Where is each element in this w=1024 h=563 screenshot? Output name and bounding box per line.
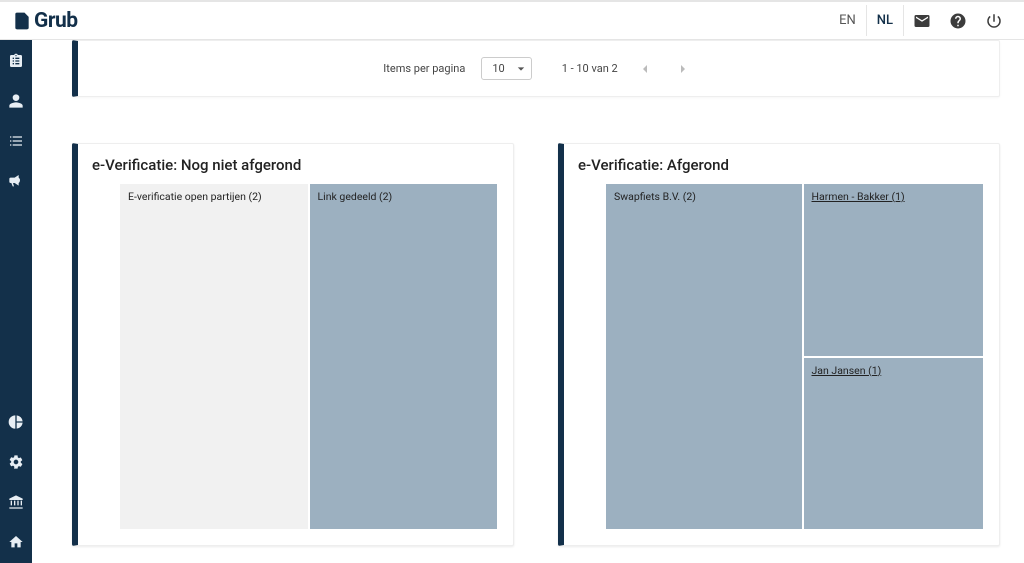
- nav-settings-icon[interactable]: [7, 453, 25, 471]
- brand-icon: [12, 11, 32, 31]
- nav-megaphone-icon[interactable]: [7, 172, 25, 190]
- page-size-value: 10: [492, 62, 504, 75]
- items-per-page-label: Items per pagina: [383, 62, 465, 75]
- chevron-down-icon: [517, 65, 525, 73]
- sidebar: [0, 40, 32, 563]
- power-icon[interactable]: [976, 3, 1012, 39]
- mail-icon[interactable]: [904, 3, 940, 39]
- lang-en[interactable]: EN: [829, 5, 866, 36]
- treemap-completed: Swapfiets B.V. (2) Harmen - Bakker (1) J…: [606, 184, 983, 529]
- nav-checklist-icon[interactable]: [7, 132, 25, 150]
- pagination-range: 1 - 10 van 2: [562, 62, 618, 75]
- brand-logo[interactable]: Grub: [12, 9, 78, 33]
- card-pending-title: e-Verificatie: Nog niet afgerond: [92, 156, 497, 174]
- treemap-tile-open-parties[interactable]: E-verificatie open partijen (2): [120, 184, 308, 529]
- content-area: Items per pagina 10 1 - 10 van 2 e-Verif…: [32, 40, 1024, 563]
- topbar-right: EN NL: [829, 3, 1012, 39]
- topbar: Grub EN NL: [0, 0, 1024, 40]
- treemap-tile-person2[interactable]: Jan Jansen (1): [804, 358, 984, 530]
- card-completed-title: e-Verificatie: Afgerond: [578, 156, 983, 174]
- treemap-tile-person2-link[interactable]: Jan Jansen (1): [812, 364, 882, 377]
- card-completed-verification: e-Verificatie: Afgerond Swapfiets B.V. (…: [558, 143, 1000, 546]
- treemap-pending: E-verificatie open partijen (2) Link ged…: [120, 184, 497, 529]
- treemap-tile-company[interactable]: Swapfiets B.V. (2): [606, 184, 802, 529]
- brand-text: Grub: [34, 9, 78, 33]
- nav-home-icon[interactable]: [7, 533, 25, 551]
- nav-bank-icon[interactable]: [7, 493, 25, 511]
- treemap-tile-person1-link[interactable]: Harmen - Bakker (1): [812, 190, 905, 203]
- help-icon[interactable]: [940, 3, 976, 39]
- treemap-tile-person1[interactable]: Harmen - Bakker (1): [804, 184, 984, 356]
- nav-person-icon[interactable]: [7, 92, 25, 110]
- treemap-tile-link-shared[interactable]: Link gedeeld (2): [310, 184, 498, 529]
- nav-pie-icon[interactable]: [7, 413, 25, 431]
- cards-row: e-Verificatie: Nog niet afgerond E-verif…: [72, 143, 1000, 546]
- treemap-tile-company-label: Swapfiets B.V. (2): [614, 190, 696, 203]
- nav-clipboard-icon[interactable]: [7, 52, 25, 70]
- pagination-next[interactable]: [672, 58, 694, 80]
- page-size-select[interactable]: 10: [481, 57, 531, 80]
- card-pending-verification: e-Verificatie: Nog niet afgerond E-verif…: [72, 143, 514, 546]
- pagination-card: Items per pagina 10 1 - 10 van 2: [72, 40, 1000, 97]
- pagination-prev[interactable]: [634, 58, 656, 80]
- treemap-tile-link-label: Link gedeeld (2): [318, 190, 393, 203]
- lang-nl[interactable]: NL: [866, 5, 904, 36]
- treemap-tile-open-label: E-verificatie open partijen (2): [128, 190, 262, 203]
